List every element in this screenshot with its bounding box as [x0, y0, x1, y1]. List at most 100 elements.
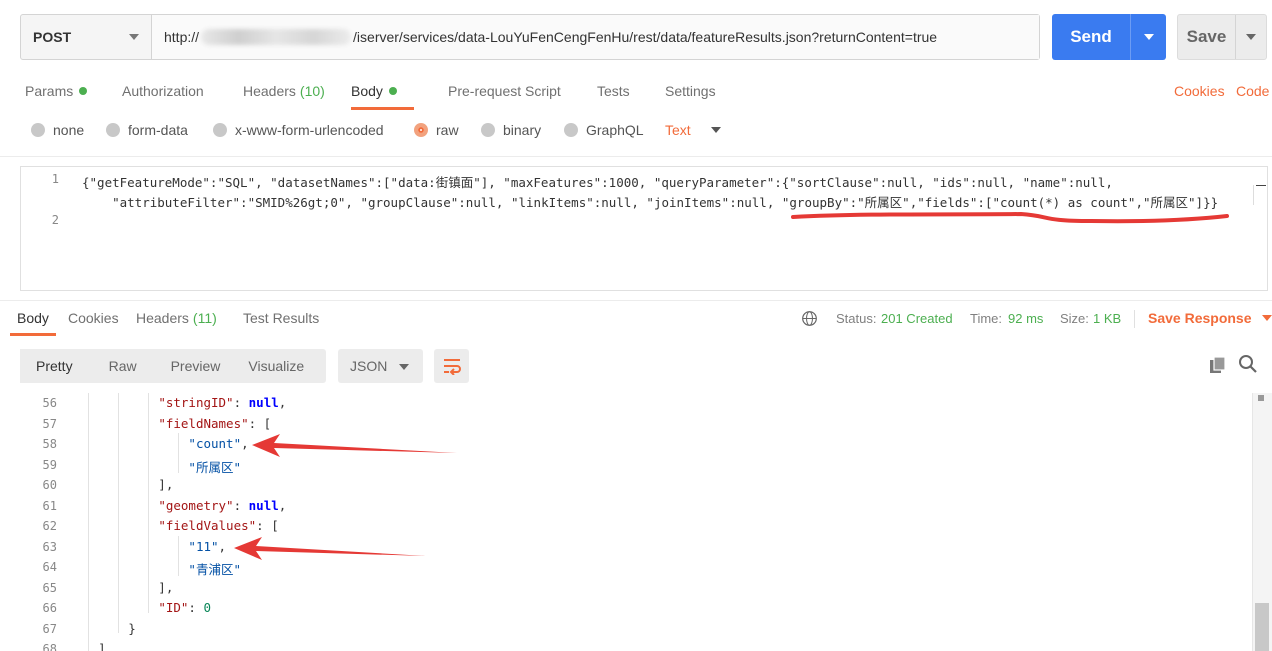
scroll-up-icon[interactable]: [1258, 395, 1264, 401]
radio-form-data[interactable]: form-data: [106, 122, 188, 138]
method-select[interactable]: POST: [21, 15, 152, 59]
time-label: Time:: [970, 311, 1003, 326]
radio-none[interactable]: none: [31, 122, 84, 138]
radio-graphql-label: GraphQL: [586, 122, 644, 138]
raw-type-label: Text: [665, 122, 691, 138]
tab-settings[interactable]: Settings: [665, 72, 716, 110]
line-number: 65: [42, 580, 57, 595]
tab-body[interactable]: Body: [351, 72, 414, 110]
tab-pre-request-label: Pre-request Script: [448, 83, 561, 99]
save-label: Save: [1186, 27, 1227, 46]
tab-body-label: Body: [351, 83, 383, 99]
raw-type-select[interactable]: Text: [665, 122, 721, 138]
time-value: 92 ms: [1008, 311, 1044, 326]
response-status-bar: Status: 201 Created Time: 92 ms Size: 1 …: [0, 300, 1272, 338]
line-number: 56: [42, 396, 57, 410]
format-select[interactable]: JSON: [338, 349, 423, 383]
radio-selected-icon: [414, 123, 428, 137]
line-number: 64: [42, 560, 57, 574]
radio-urlencoded[interactable]: x-www-form-urlencoded: [213, 122, 384, 138]
scrollbar-thumb[interactable]: [1255, 603, 1269, 651]
send-button[interactable]: Send: [1052, 14, 1166, 60]
request-bar: POST http:// /iserver/services/data-LouY…: [20, 14, 1040, 60]
line-number: 67: [42, 621, 57, 636]
view-mode-switch: Pretty Raw Preview Visualize: [20, 349, 326, 383]
json-line: 67 }: [8, 619, 1248, 640]
status-label: Status:: [836, 311, 877, 326]
chevron-down-icon: [399, 364, 409, 370]
save-response-button[interactable]: Save Response: [1148, 310, 1272, 326]
red-arrow-annotation: [252, 434, 457, 457]
divider: [1134, 310, 1135, 328]
response-scrollbar[interactable]: [1252, 393, 1272, 651]
status-value: 201 Created: [881, 311, 953, 326]
active-dot-icon: [388, 87, 397, 95]
json-code: "青浦区": [188, 562, 241, 577]
radio-raw-label: raw: [436, 122, 459, 138]
response-body-viewer[interactable]: 56 "stringID": null, 57 "fieldNames": [58…: [8, 393, 1272, 651]
json-line: 57 "fieldNames": [: [8, 414, 1248, 435]
radio-form-data-label: form-data: [128, 122, 188, 138]
json-code: ]: [68, 641, 106, 651]
tab-settings-label: Settings: [665, 83, 716, 99]
json-line: 62 "fieldValues": [: [8, 516, 1248, 537]
line-number: 62: [42, 519, 57, 533]
radio-raw[interactable]: raw: [414, 122, 459, 138]
json-line: 63 "11",: [8, 537, 1248, 558]
view-pretty[interactable]: Pretty: [20, 349, 89, 383]
copy-icon[interactable]: [1208, 355, 1228, 375]
view-visualize[interactable]: Visualize: [234, 349, 304, 383]
tab-pre-request-script[interactable]: Pre-request Script: [448, 72, 561, 110]
tab-authorization-label: Authorization: [122, 83, 204, 99]
json-code: "geometry": null,: [158, 497, 287, 513]
chevron-down-icon: [129, 34, 139, 40]
json-line: 59 "所属区": [8, 455, 1248, 476]
editor-line: {"getFeatureMode":"SQL", "datasetNames":…: [82, 175, 1113, 190]
radio-binary[interactable]: binary: [481, 122, 541, 138]
chevron-down-icon: [1261, 315, 1272, 321]
json-code: "所属区": [188, 459, 241, 475]
save-response-label: Save Response: [1148, 310, 1252, 326]
chevron-down-icon: [710, 127, 721, 133]
tab-authorization[interactable]: Authorization: [122, 72, 204, 110]
radio-circle-icon: [564, 123, 578, 137]
json-code: ],: [68, 477, 174, 492]
wrap-lines-button[interactable]: [434, 349, 469, 383]
editor-scrollbar[interactable]: [1253, 185, 1267, 205]
tab-params[interactable]: Params: [25, 72, 88, 110]
radio-binary-label: binary: [503, 122, 542, 138]
tab-headers[interactable]: Headers (10): [243, 72, 325, 110]
request-body-editor[interactable]: 1 2 {"getFeatureMode":"SQL", "datasetNam…: [20, 166, 1268, 291]
line-number: 61: [42, 498, 57, 513]
json-code: "stringID": null,: [158, 395, 287, 410]
tab-tests[interactable]: Tests: [597, 72, 630, 110]
size-label: Size:: [1060, 311, 1089, 326]
view-preview[interactable]: Preview: [151, 349, 235, 383]
search-icon[interactable]: [1238, 354, 1258, 374]
url-input[interactable]: http:// /iserver/services/data-LouYuFenC…: [152, 15, 1039, 59]
radio-urlencoded-label: x-www-form-urlencoded: [235, 122, 384, 138]
json-line: 60 ],: [8, 475, 1248, 496]
json-line: 58 "count",: [8, 434, 1248, 455]
save-options-button[interactable]: [1235, 15, 1266, 59]
json-line: 61 "geometry": null,: [8, 496, 1248, 517]
send-options-button[interactable]: [1130, 14, 1166, 60]
size-value: 1 KB: [1093, 311, 1122, 326]
body-type-selector: none form-data x-www-form-urlencoded raw…: [0, 118, 1272, 146]
divider: [0, 156, 1272, 157]
view-raw[interactable]: Raw: [89, 349, 151, 383]
json-code: "ID": 0: [158, 600, 212, 615]
code-link[interactable]: Code: [1236, 72, 1269, 110]
editor-line: "attributeFilter":"SMID%26gt;0", "groupC…: [82, 195, 1219, 210]
radio-circle-icon: [213, 123, 227, 137]
globe-icon[interactable]: [801, 310, 818, 327]
format-label: JSON: [350, 358, 388, 374]
save-button[interactable]: Save: [1177, 14, 1267, 60]
cookies-link[interactable]: Cookies: [1174, 72, 1225, 110]
json-line: 64 "青浦区": [8, 557, 1248, 578]
radio-circle-icon: [481, 123, 495, 137]
line-number: 68: [42, 642, 57, 651]
send-label: Send: [1070, 27, 1112, 46]
line-number: 59: [42, 457, 57, 472]
radio-graphql[interactable]: GraphQL: [564, 122, 644, 138]
